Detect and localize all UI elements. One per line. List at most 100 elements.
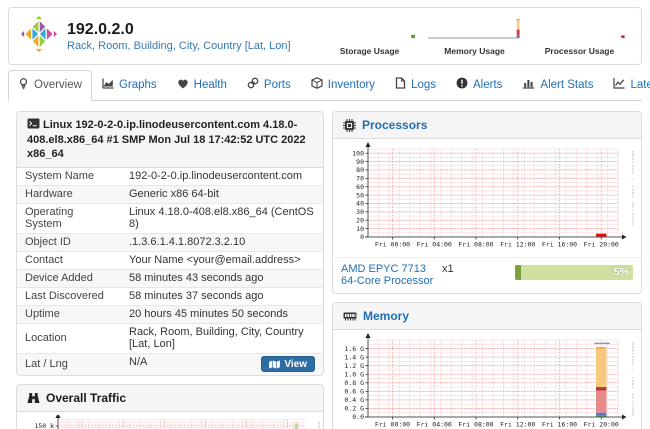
tab-latency[interactable]: Latency <box>603 70 650 100</box>
terminal-icon <box>27 118 40 129</box>
table-row: Lat / LngN/AView <box>17 353 323 375</box>
binoculars-icon <box>27 392 40 404</box>
memory-usage-graph <box>426 16 523 42</box>
processors-chart[interactable]: 0102030405060708090100Fri 00:00Fri 04:00… <box>333 139 641 257</box>
svg-text:1.2 G: 1.2 G <box>344 362 364 370</box>
memory-usage-sparkline[interactable]: Memory Usage <box>425 16 524 56</box>
tab-alerts-label: Alerts <box>473 79 502 91</box>
svg-text:80: 80 <box>356 166 364 174</box>
storage-usage-label: Storage Usage <box>320 47 419 56</box>
svg-text:30: 30 <box>356 208 364 216</box>
storage-usage-graph <box>321 16 418 42</box>
svg-text:100: 100 <box>352 149 364 157</box>
line-chart-icon <box>613 77 625 92</box>
svg-text:0.4 G: 0.4 G <box>344 396 364 404</box>
table-row: HardwareGeneric x86 64-bit <box>17 185 323 203</box>
table-row: System Name192-0-2-0.ip.linodeuserconten… <box>17 168 323 186</box>
table-row: ContactYour Name <your@email.address> <box>17 251 323 269</box>
tab-inventory-label: Inventory <box>328 79 375 91</box>
view-map-button[interactable]: View <box>261 356 315 372</box>
svg-text:Fri 16:00: Fri 16:00 <box>542 241 577 249</box>
tab-alerts[interactable]: Alerts <box>446 70 512 100</box>
cpu-usage-fill <box>515 265 521 280</box>
overall-traffic-chart[interactable]: 050 k100 k150 kRRDTOOL / TOBI OETIKER <box>17 412 323 429</box>
svg-text:Fri 16:00: Fri 16:00 <box>542 421 577 429</box>
table-row: Object ID.1.3.6.1.4.1.8072.3.2.10 <box>17 233 323 251</box>
row-value: 192-0-2-0.ip.linodeusercontent.com <box>121 168 323 186</box>
row-value: 58 minutes 43 seconds ago <box>121 269 323 287</box>
device-title: 192.0.2.0 <box>67 20 291 39</box>
system-info-card: Linux 192-0-2-0.ip.linodeusercontent.com… <box>16 111 324 376</box>
tab-alert-stats[interactable]: Alert Stats <box>512 70 603 100</box>
cpu-name-link[interactable]: AMD EPYC 7713 <box>341 263 426 275</box>
system-info-table: System Name192-0-2-0.ip.linodeuserconten… <box>17 168 323 375</box>
tab-overview[interactable]: Overview <box>8 70 92 101</box>
cpu-icon <box>343 119 356 132</box>
tab-ports[interactable]: Ports <box>237 70 301 100</box>
svg-text:0.6 G: 0.6 G <box>344 388 364 396</box>
system-table-body: System Name192-0-2-0.ip.linodeuserconten… <box>17 168 323 375</box>
tab-overview-label: Overview <box>34 79 82 91</box>
row-value: 58 minutes 37 seconds ago <box>121 287 323 305</box>
row-label: Lat / Lng <box>17 353 121 375</box>
svg-text:70: 70 <box>356 175 364 183</box>
svg-text:Fri 04:00: Fri 04:00 <box>417 241 452 249</box>
traffic-rrd-graph: 050 k100 k150 kRRDTOOL / TOBI OETIKER <box>20 415 320 429</box>
heart-icon <box>177 78 189 92</box>
left-column: Linux 192-0-2-0.ip.linodeusercontent.com… <box>16 111 324 429</box>
tab-ports-label: Ports <box>264 79 291 91</box>
svg-text:Fri 08:00: Fri 08:00 <box>458 241 493 249</box>
memory-chart[interactable]: 0.00.2 G0.4 G0.6 G0.8 G1.0 G1.2 G1.4 G1.… <box>333 330 641 429</box>
row-label: Object ID <box>17 233 121 251</box>
svg-text:0.0: 0.0 <box>352 413 364 421</box>
svg-text:10: 10 <box>356 225 364 233</box>
tab-health[interactable]: Health <box>167 71 237 100</box>
svg-text:Fri 20:00: Fri 20:00 <box>584 241 619 249</box>
svg-text:Fri 12:00: Fri 12:00 <box>500 241 535 249</box>
memory-rrd-graph: 0.00.2 G0.4 G0.6 G0.8 G1.0 G1.2 G1.4 G1.… <box>336 333 634 429</box>
row-value: 20 hours 45 minutes 50 seconds <box>121 305 323 323</box>
cpu-info: AMD EPYC 7713 x1 64-Core Processor <box>341 263 454 287</box>
svg-text:1.0 G: 1.0 G <box>344 370 364 378</box>
tab-inventory[interactable]: Inventory <box>301 70 385 100</box>
processor-usage-sparkline[interactable]: Processor Usage <box>530 16 629 56</box>
tab-health-label: Health <box>194 79 227 91</box>
tab-latency-label: Latency <box>630 79 650 91</box>
svg-text:RRDTOOL / TOBI OETIKER: RRDTOOL / TOBI OETIKER <box>316 422 320 429</box>
row-label: Last Discovered <box>17 287 121 305</box>
processors-title: Processors <box>362 118 427 132</box>
svg-text:RRDTOOL / TOBI OETIKER: RRDTOOL / TOBI OETIKER <box>630 342 634 417</box>
log-file-icon <box>395 77 406 92</box>
tab-graphs[interactable]: Graphs <box>92 70 167 100</box>
device-overview-page: 192.0.2.0 Rack, Room, Building, City, Co… <box>0 0 650 429</box>
table-row: Uptime20 hours 45 minutes 50 seconds <box>17 305 323 323</box>
bar-chart-icon <box>522 77 535 92</box>
svg-text:RRDTOOL / TOBI OETIKER: RRDTOOL / TOBI OETIKER <box>630 151 634 226</box>
system-heading-text: Linux 192-0-2-0.ip.linodeusercontent.com… <box>27 119 306 160</box>
svg-text:40: 40 <box>356 200 364 208</box>
svg-text:90: 90 <box>356 158 364 166</box>
storage-usage-sparkline[interactable]: Storage Usage <box>320 16 419 56</box>
overall-traffic-card: Overall Traffic 050 k100 k150 kRRDTOOL /… <box>16 384 324 429</box>
processors-rrd-graph: 0102030405060708090100Fri 00:00Fri 04:00… <box>336 142 634 250</box>
svg-text:0.8 G: 0.8 G <box>344 379 364 387</box>
tab-logs-label: Logs <box>411 79 436 91</box>
cpu-desc-link[interactable]: 64-Core Processor <box>341 275 433 287</box>
device-tabbar: Overview Graphs Health Ports Inventory L… <box>8 71 642 101</box>
row-label: Contact <box>17 251 121 269</box>
overall-traffic-title: Overall Traffic <box>46 391 126 405</box>
row-value: Linux 4.18.0-408.el8.x86_64 (CentOS 8) <box>121 203 323 233</box>
svg-text:Fri 04:00: Fri 04:00 <box>417 421 452 429</box>
row-label: Hardware <box>17 185 121 203</box>
memory-chip-icon <box>343 310 357 322</box>
tab-logs[interactable]: Logs <box>385 70 446 100</box>
device-location-link[interactable]: Rack, Room, Building, City, Country [Lat… <box>67 40 291 52</box>
svg-text:Fri 20:00: Fri 20:00 <box>584 421 619 429</box>
map-icon <box>269 360 280 369</box>
memory-heading: Memory <box>333 303 641 330</box>
overall-traffic-heading: Overall Traffic <box>17 385 323 412</box>
cpu-count: x1 <box>442 263 454 275</box>
lightbulb-icon <box>18 77 29 93</box>
table-row: Last Discovered58 minutes 37 seconds ago <box>17 287 323 305</box>
row-value: Rack, Room, Building, City, Country [Lat… <box>121 323 323 353</box>
